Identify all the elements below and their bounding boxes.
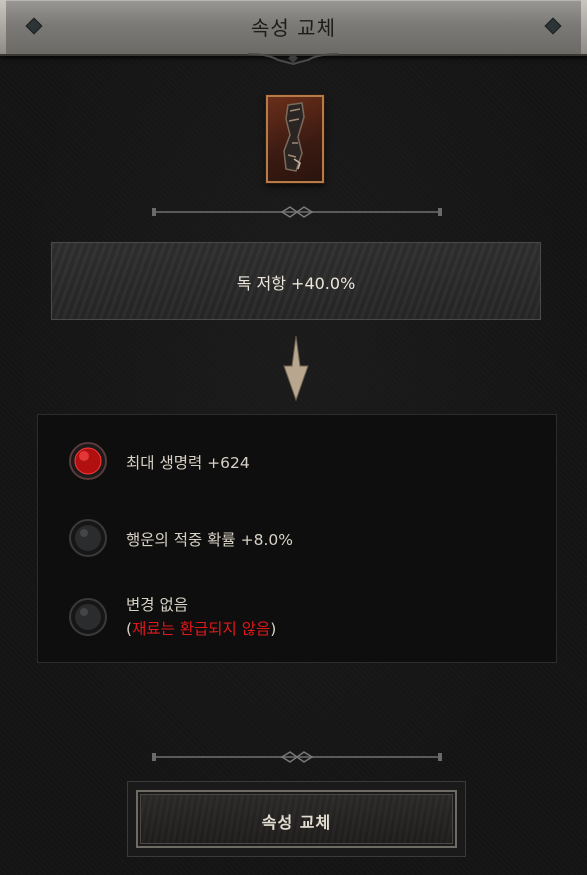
replace-affix-button-label: 속성 교체	[261, 813, 332, 832]
arrow-down-icon	[283, 336, 309, 402]
affix-option-label: 최대 생명력 +624	[126, 454, 250, 472]
warning-text: 재료는 환급되지 않음	[132, 620, 271, 638]
divider-ornament	[152, 206, 442, 218]
dark-gem-icon	[69, 519, 107, 557]
affix-option-label: 변경 없음	[126, 596, 188, 614]
divider-ornament	[152, 751, 442, 763]
affix-option-1[interactable]: 최대 생명력 +624	[68, 439, 508, 483]
gloves-item-icon[interactable]	[266, 95, 324, 183]
title-bar: 속성 교체	[0, 0, 587, 56]
gloves-icon	[283, 102, 305, 172]
current-affix-text: 독 저항 +40.0%	[236, 274, 356, 293]
dark-gem-icon	[69, 598, 107, 636]
button-frame: 속성 교체	[127, 781, 466, 857]
current-affix-box: 독 저항 +40.0%	[51, 242, 541, 320]
title-ornament-icon	[248, 53, 338, 66]
affix-option-label: 행운의 적중 확률 +8.0%	[126, 531, 293, 549]
window-title: 속성 교체	[251, 16, 336, 40]
warning-paren-close: )	[270, 620, 277, 638]
affix-option-2[interactable]: 행운의 적중 확률 +8.0%	[68, 516, 508, 560]
replace-affix-button[interactable]: 속성 교체	[136, 790, 457, 848]
affix-option-3[interactable]: 변경 없음 (재료는 환급되지 않음)	[68, 593, 508, 641]
red-selected-gem-icon	[69, 442, 107, 480]
refund-warning: (재료는 환급되지 않음)	[126, 617, 276, 639]
affix-options-panel: 최대 생명력 +624 행운의 적중 확률 +8.0% 변경 없음 (재료는 환…	[37, 414, 557, 663]
